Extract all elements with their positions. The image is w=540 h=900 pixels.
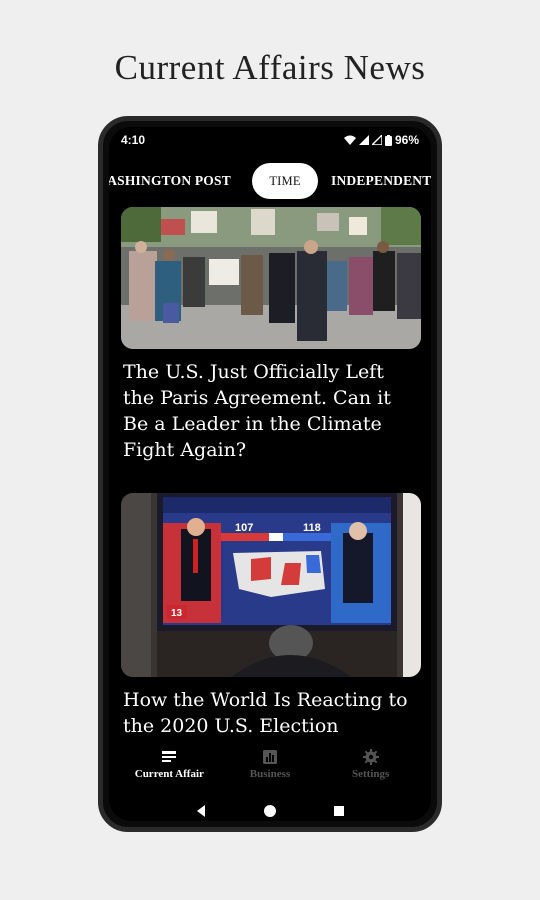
article-card[interactable]: 13 107 118 How the World Is Reacting to … [121,493,421,739]
article-image-election[interactable]: 13 107 118 [121,493,421,677]
nav-settings[interactable]: Settings [326,749,416,780]
phone-screen: 4:10 96% WASHINGTON POST TIME INDEPENDEN… [109,127,431,821]
phone-frame: 4:10 96% WASHINGTON POST TIME INDEPENDEN… [98,116,442,832]
battery-icon [384,134,392,146]
gear-icon [362,749,379,765]
status-bar: 4:10 96% [109,127,431,153]
recents-icon[interactable] [332,804,346,818]
protest-photo [121,207,421,349]
battery-level: 96% [394,133,419,147]
source-tabs: WASHINGTON POST TIME INDEPENDENT [109,163,431,199]
home-icon[interactable] [263,804,277,818]
chart-icon [262,750,277,764]
bottom-nav: Current Affair Business Settings [109,737,431,793]
tv-channel-number: 13 [171,608,183,619]
wifi-icon [343,135,356,145]
nav-label: Settings [352,768,390,780]
status-time: 4:10 [121,133,146,147]
nav-label: Business [249,768,291,780]
nav-current-affair[interactable]: Current Affair [124,749,214,780]
article-image-protest[interactable] [121,207,421,349]
status-icons: 96% [343,133,419,147]
signal-icon-2 [371,135,382,145]
article-headline[interactable]: How the World Is Reacting to the 2020 U.… [121,687,421,739]
tv-left-score: 107 [235,522,253,534]
signal-icon [358,135,369,145]
nav-business[interactable]: Business [225,749,315,780]
page-title: Current Affairs News [114,48,426,87]
news-icon [162,751,177,762]
election-tv-photo: 13 107 118 [121,493,421,677]
tab-independent[interactable]: INDEPENDENT [331,173,431,189]
system-nav [109,797,431,821]
back-icon[interactable] [194,804,208,818]
article-card[interactable]: The U.S. Just Officially Left the Paris … [121,207,421,463]
tv-right-score: 118 [303,522,321,534]
nav-label: Current Affair [134,768,204,780]
article-headline[interactable]: The U.S. Just Officially Left the Paris … [121,359,421,463]
tab-time[interactable]: TIME [252,163,318,199]
tab-washington-post[interactable]: WASHINGTON POST [109,173,231,189]
